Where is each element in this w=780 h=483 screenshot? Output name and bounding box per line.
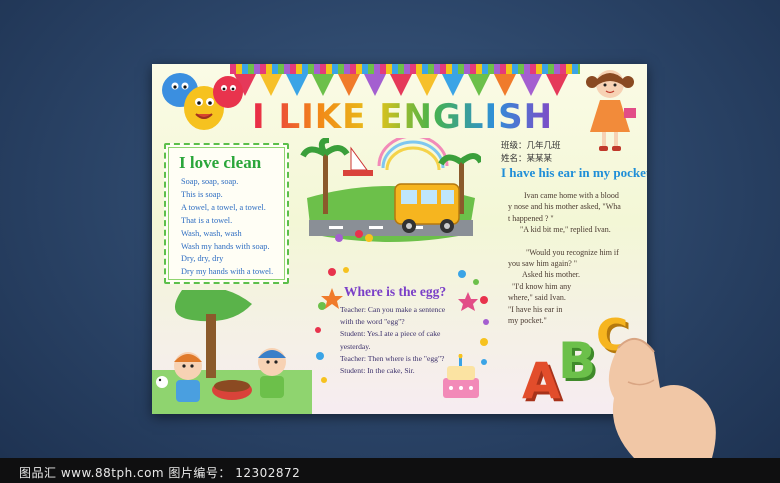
story-line: where," said Ivan. [508, 293, 566, 303]
english-poster: I LIKE ENGLISH 班级：几年几班 姓名：某某某 I love cle… [152, 64, 647, 414]
story-line: t happened ? " [508, 213, 554, 223]
love-clean-poem: Soap, soap, soap. This is soap. A towel,… [181, 176, 273, 279]
dialog-line: Teacher: Can you make a sentence [340, 305, 446, 314]
dialog-line: Teacher: Then where is the "egg"? [340, 353, 445, 363]
poem-line: Wash my hands with soap. [181, 241, 270, 251]
egg-story-dialog: Teacher: Can you make a sentence with th… [340, 304, 445, 377]
dialog-line: yesterday. [340, 341, 371, 351]
love-clean-title: I love clean [179, 153, 262, 172]
girl-character [586, 70, 636, 151]
class-label: 班级：几年几班 [501, 141, 561, 151]
poem-line: This is soap. [181, 189, 223, 199]
love-clean-panel: I love clean Soap, soap, soap. This is s… [164, 143, 289, 284]
hand-illustration [608, 338, 716, 458]
poem-line: A towel, a towel, a towel. [181, 202, 266, 212]
footer-watermark-text: 图品汇 www.88tph.com 图片编号： 12302872 [19, 466, 301, 480]
picnic-kids-illustration [152, 290, 312, 414]
poster-title: I LIKE ENGLISH [252, 97, 562, 137]
story-line: "Would you recognize him if [526, 247, 619, 257]
poem-line: That is a towel. [181, 215, 233, 225]
letter-block-a: A [522, 352, 561, 410]
story-line: Ivan came home with a blood [524, 191, 619, 200]
bus-island-scene [300, 138, 481, 242]
dialog-line: Student: Yes.I ate a piece of cake [340, 329, 441, 339]
poem-line: Soap, soap, soap. [181, 177, 239, 186]
story-line: you saw him again? " [508, 259, 578, 269]
poem-line: Wash, wash, wash [181, 228, 242, 238]
story-line: "I'd know him any [512, 281, 572, 291]
story-line [508, 236, 642, 247]
ear-story-text: Ivan came home with a blood y nose and h… [508, 190, 642, 326]
story-line: Asked his mother. [522, 270, 580, 280]
egg-story-title: Where is the egg? [344, 284, 447, 299]
story-line: "A kid bit me," replied Ivan. [520, 225, 611, 235]
abc-cartoon-letters [162, 73, 243, 130]
dialog-line: with the word "egg"? [340, 317, 405, 327]
poem-line: Dry, dry, dry [181, 254, 224, 264]
poem-line: Dry my hands with a towel. [181, 267, 274, 277]
story-line: y nose and his mother asked, "Wha [508, 202, 621, 212]
cake-illustration [443, 354, 479, 398]
ear-story-title: I have his ear in my pocket [501, 165, 647, 180]
student-info: 班级：几年几班 姓名：某某某 [501, 140, 561, 166]
dialog-line: Student: In the cake, Sir. [340, 366, 415, 376]
